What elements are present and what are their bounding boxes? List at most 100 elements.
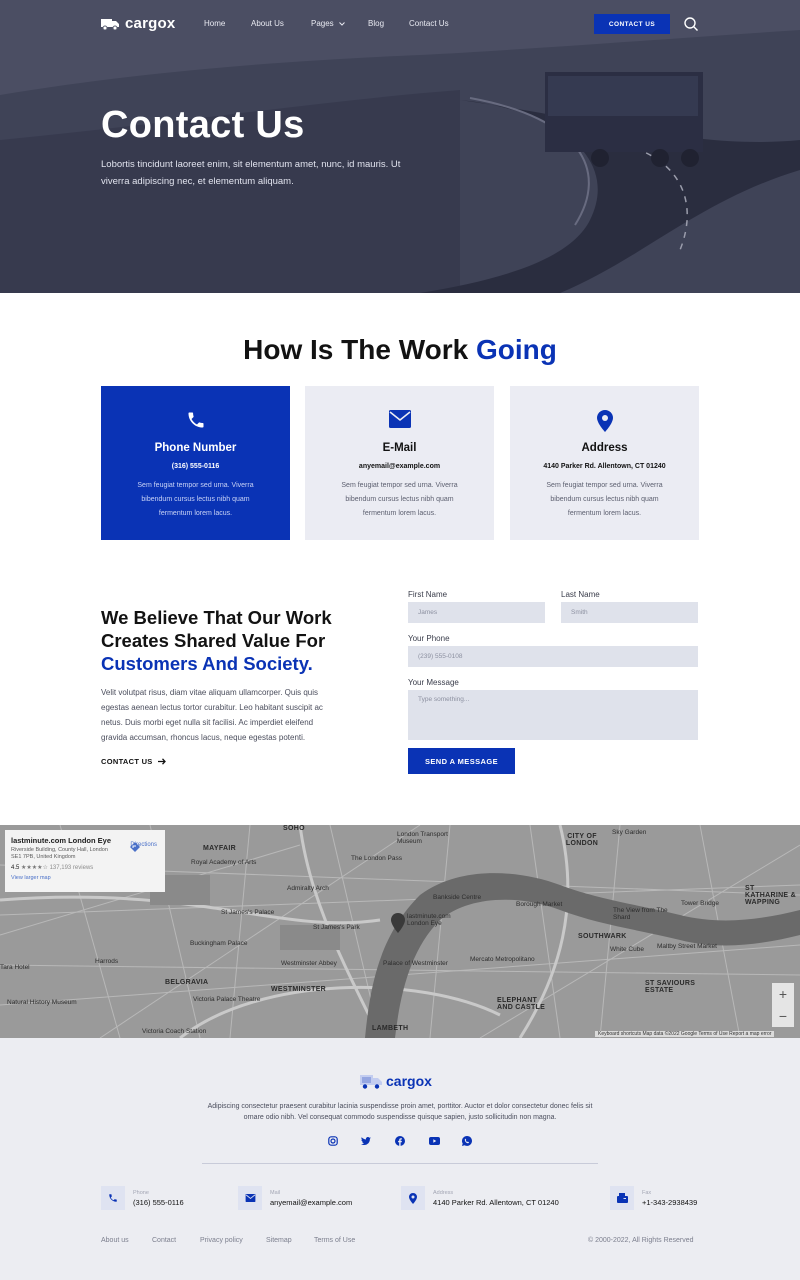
last-name-label: Last Name [561,590,600,599]
message-label: Your Message [408,678,459,687]
map-label: Admiralty Arch [287,885,329,892]
footer-contact-value: +1-343-2938439 [642,1197,698,1207]
map-label: BELGRAVIA [165,979,209,986]
first-name-label: First Name [408,590,448,599]
card-description: Sem feugiat tempor sed urna. Viverra bib… [341,482,458,517]
logo-text: cargox [125,15,176,32]
nav-link-blog[interactable]: Blog [368,19,384,28]
phone-label: Your Phone [408,634,450,643]
nav-link-about-us[interactable]: About Us [251,19,284,28]
map-embed[interactable]: lastminute.com London Eye Riverside Buil… [0,825,800,1038]
footer-link-terms-of-use[interactable]: Terms of Use [314,1237,355,1244]
truck-icon [101,18,119,30]
copyright: © 2000-2022, All Rights Reserved [588,1237,694,1244]
map-label: ST KATHARINE & WAPPING [745,885,797,906]
zoom-out-button[interactable]: − [772,1005,794,1027]
card-title: E-Mail [382,442,417,454]
section-title-main: How Is The Work [243,334,476,365]
card-description: Sem feugiat tempor sed urna. Viverra bib… [546,482,663,517]
view-larger-map-link[interactable]: View larger map [11,875,159,881]
footer-contact-value: (316) 555-0116 [133,1197,184,1207]
map-label: Natural History Museum [7,999,77,1006]
footer-contact-address: Address 4140 Parker Rd. Allentown, CT 01… [401,1186,559,1210]
directions-button[interactable]: Directions [130,842,157,852]
card-description: Sem feugiat tempor sed urna. Viverra bib… [137,482,254,517]
contact-us-button[interactable]: CONTACT US [594,14,670,34]
map-label: Sky Garden [612,829,647,836]
section-title-accent: Going [475,334,557,365]
map-label: Mercato Metropolitano [470,956,535,963]
hero-subtitle: Lobortis tincidunt laoreet enim, sit ele… [101,159,401,187]
map-label: The London Pass [351,855,402,862]
phone-field[interactable]: (239) 555-0108 [408,646,698,667]
map-label: Harrods [95,958,119,965]
footer-link-privacy-policy[interactable]: Privacy policy [200,1237,243,1244]
search-icon[interactable] [683,16,699,32]
map-label: St James's Park [313,924,360,931]
twitter-icon[interactable] [360,1135,372,1147]
map-rating: 4.5 ★★★★☆ 137,193 reviews [11,864,159,871]
footer-contact-label: Address [433,1189,454,1196]
map-label: Victoria Coach Station [142,1028,207,1035]
footer-link-contact[interactable]: Contact [152,1237,176,1244]
footer-contact-phone: Phone (316) 555-0116 [101,1186,184,1210]
whatsapp-icon[interactable] [461,1135,473,1147]
footer-link-sitemap[interactable]: Sitemap [266,1237,292,1244]
phone-card: Phone Number (316) 555-0116 Sem feugiat … [101,386,290,540]
map-label: St James's Palace [221,909,275,916]
facebook-icon[interactable] [394,1135,406,1147]
map-label: Westminster Abbey [281,960,337,967]
address-card: Address 4140 Parker Rd. Allentown, CT 01… [510,386,699,540]
map-label: MAYFAIR [203,845,236,852]
star-rating-icon: ★★★★☆ [21,865,50,871]
footer-contact-mail: Mail anyemail@example.com [238,1186,352,1210]
footer-contact-label: Phone [133,1189,149,1196]
map-reviews: 137,193 reviews [49,865,94,871]
chevron-down-icon [339,22,345,26]
nav-link-contact-us[interactable]: Contact Us [409,19,449,28]
map-label: ST SAVIOURS ESTATE [645,980,696,994]
card-icon-wrap [510,410,699,432]
zoom-in-button[interactable]: + [772,983,794,1005]
map-label: SOHO [283,825,305,832]
footer-contact-fax: Fax +1-343-2938439 [610,1186,697,1210]
last-name-field[interactable]: Smith [561,602,698,623]
nav-link-home[interactable]: Home [204,19,225,28]
section-title: How Is The Work Going [0,334,800,366]
map-attribution: Keyboard shortcuts Map data ©2022 Google… [595,1031,775,1037]
believe-heading-main: We Believe That Our Work Creates Shared … [101,607,332,651]
phone-icon [188,412,203,428]
map-label: Royal Academy of Arts [191,859,257,866]
map-label: SOUTHWARK [578,933,627,940]
nav-link-pages-label: Pages [311,19,334,28]
nav-link-pages[interactable]: Pages [311,19,345,28]
footer-contact-label: Fax [642,1189,652,1196]
map-label: LAMBETH [372,1025,409,1032]
mail-icon [238,1186,262,1210]
footer-link-about-us[interactable]: About us [101,1237,129,1244]
map-label: The View from The Shard [613,907,668,921]
map-zoom-controls: + − [772,983,794,1027]
send-message-button[interactable]: SEND A MESSAGE [408,748,515,774]
location-pin-icon [401,1186,425,1210]
card-value: (316) 555-0116 [171,463,220,470]
location-pin-icon [596,410,613,432]
youtube-icon[interactable] [428,1135,440,1147]
contact-us-link[interactable]: CONTACT US [101,757,166,766]
arrow-right-icon [157,758,166,765]
message-textarea[interactable]: Type something... [408,690,698,740]
instagram-icon[interactable] [327,1135,339,1147]
footer-contact-label: Mail [270,1189,281,1196]
map-label: CITY OF LONDON [565,833,599,847]
footer-divider [202,1163,598,1164]
first-name-field[interactable]: James [408,602,545,623]
map-label: Borough Market [516,901,563,908]
fax-icon [610,1186,634,1210]
contact-us-link-label: CONTACT US [101,757,153,766]
card-icon-wrap [101,410,290,432]
footer-logo[interactable]: cargox [360,1073,432,1089]
logo[interactable]: cargox [101,15,175,32]
map-label: WESTMINSTER [271,986,327,993]
card-icon-wrap [305,410,494,432]
directions-icon [130,842,141,852]
